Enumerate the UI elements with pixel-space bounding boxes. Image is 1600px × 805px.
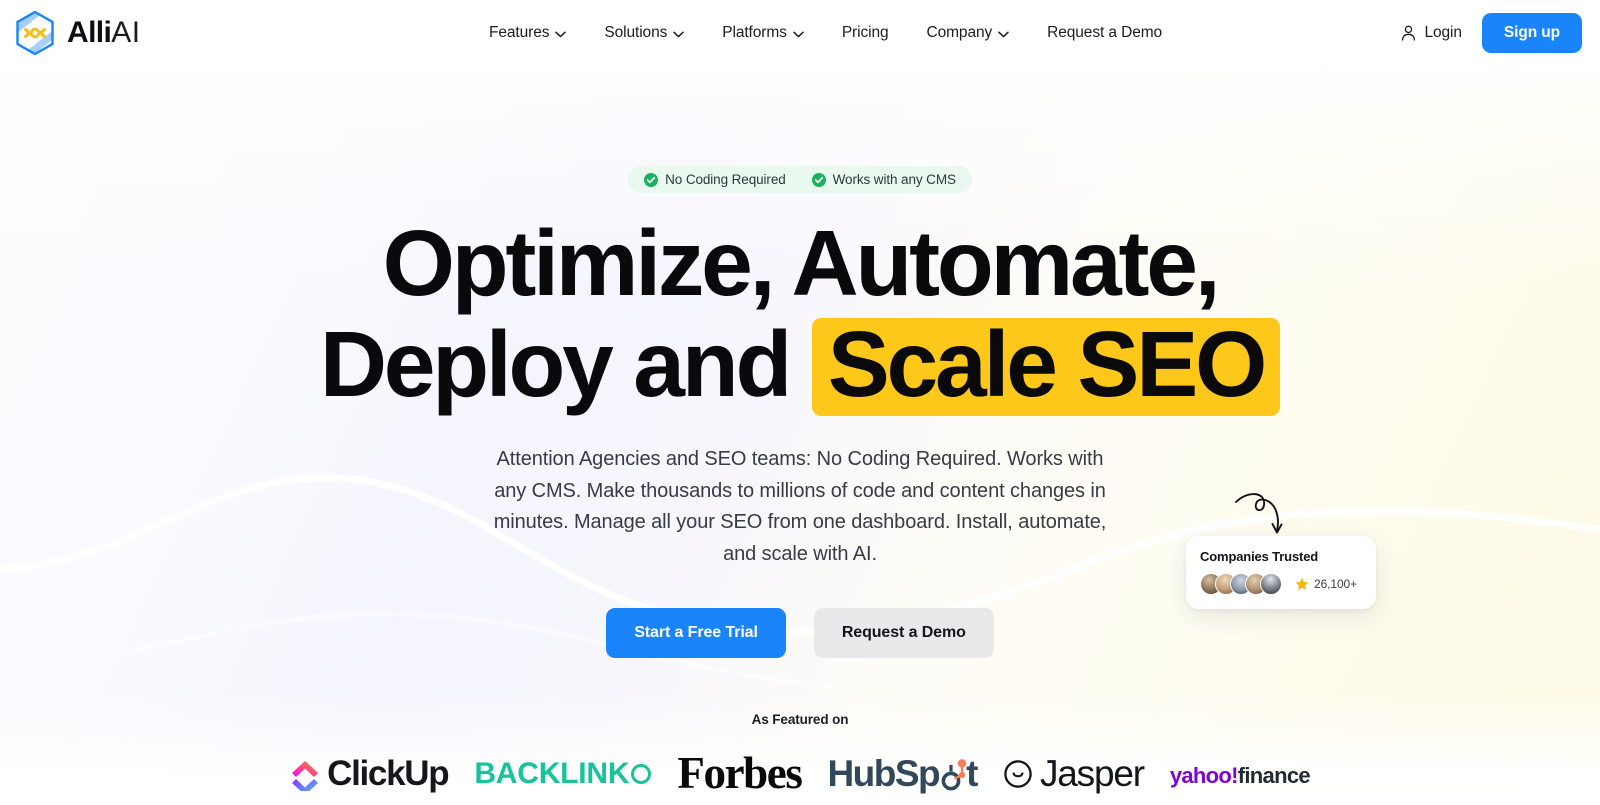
as-featured-on-section: As Featured on ClickUp BACKLINK Forbes H… xyxy=(0,712,1600,798)
curved-arrow-down-icon xyxy=(1235,493,1283,534)
badge-works-with-any-cms: Works with any CMS xyxy=(811,172,956,187)
hero-headline: Optimize, Automate, Deploy and Scale SEO xyxy=(0,213,1600,416)
nav-label: Request a Demo xyxy=(1047,24,1163,41)
logo-hubspot[interactable]: HubSp t xyxy=(827,753,978,794)
badge-label: No Coding Required xyxy=(665,172,786,187)
trust-score: 26,100+ xyxy=(1295,577,1357,591)
logo-text: ClickUp xyxy=(327,754,450,793)
hero-cta-row: Start a Free Trial Request a Demo xyxy=(0,608,1600,658)
trust-card-row: 26,100+ xyxy=(1200,573,1362,595)
login-link[interactable]: Login xyxy=(1393,18,1469,48)
nav-item-solutions[interactable]: Solutions xyxy=(585,0,703,66)
trust-card-title: Companies Trusted xyxy=(1200,549,1319,564)
nav-item-company[interactable]: Company xyxy=(908,0,1029,66)
chevron-down-icon xyxy=(555,31,567,37)
nav-item-request-a-demo[interactable]: Request a Demo xyxy=(1028,0,1181,66)
hero-subtext: Attention Agencies and SEO teams: No Cod… xyxy=(493,448,1107,565)
nav-item-platforms[interactable]: Platforms xyxy=(703,0,823,66)
logo-forbes[interactable]: Forbes xyxy=(677,748,802,798)
login-label: Login xyxy=(1424,24,1462,41)
jasper-smile-icon xyxy=(1004,760,1032,788)
logo-clickup[interactable]: ClickUp xyxy=(290,754,450,793)
check-circle-icon xyxy=(811,172,826,187)
start-free-trial-button[interactable]: Start a Free Trial xyxy=(606,608,786,658)
clickup-chevron-icon xyxy=(292,761,319,791)
headline-highlight: Scale SEO xyxy=(811,318,1281,416)
logo-text: BACKLINK xyxy=(474,757,630,790)
featured-logo-row: ClickUp BACKLINK Forbes HubSp t Jasper y… xyxy=(0,748,1600,798)
logo-text-yahoo: yahoo! xyxy=(1169,763,1239,788)
nav-label: Company xyxy=(926,24,993,41)
nav-item-pricing[interactable]: Pricing xyxy=(823,0,908,66)
badge-no-coding-required: No Coding Required xyxy=(644,172,786,187)
headline-line-1: Optimize, Automate, xyxy=(382,211,1221,315)
avatar-group xyxy=(1200,573,1282,595)
trust-count: 26,100+ xyxy=(1314,577,1358,591)
landing-page: AlliAI Features Solutions Platforms Pric… xyxy=(0,0,1600,805)
featured-label: As Featured on xyxy=(751,712,849,727)
headline-line-2: Deploy and Scale SEO xyxy=(0,314,1600,416)
nav-label: Features xyxy=(489,24,550,41)
badge-label: Works with any CMS xyxy=(832,172,956,187)
chevron-down-icon xyxy=(673,31,684,37)
logo-jasper[interactable]: Jasper xyxy=(1003,753,1145,794)
hero-badges-pill: No Coding Required Works with any CMS xyxy=(628,166,972,193)
nav-label: Pricing xyxy=(841,24,889,41)
hero-badges: No Coding Required Works with any CMS xyxy=(0,166,1600,193)
logo-text-suffix: t xyxy=(966,753,978,794)
avatar xyxy=(1260,573,1282,595)
logo-yahoo-finance[interactable]: yahoo! finance xyxy=(1169,761,1311,791)
brand-logo-link[interactable]: AlliAI xyxy=(12,10,141,56)
nav-label: Solutions xyxy=(604,24,668,41)
user-icon xyxy=(1402,25,1416,41)
logo-text: HubSp xyxy=(827,753,940,794)
site-header: AlliAI Features Solutions Platforms Pric… xyxy=(0,0,1600,66)
brand-name-light: AI xyxy=(111,16,141,49)
brand-name-bold: Alli xyxy=(67,16,112,49)
logo-text: Jasper xyxy=(1039,753,1145,794)
nav-label: Platforms xyxy=(722,24,787,41)
logo-text-finance: finance xyxy=(1237,763,1311,788)
request-demo-button[interactable]: Request a Demo xyxy=(813,608,994,658)
header-actions: Login Sign up xyxy=(1393,0,1582,66)
companies-trusted-card: Companies Trusted 26,100+ xyxy=(1186,536,1376,609)
chevron-down-icon xyxy=(793,31,804,37)
logo-text: Forbes xyxy=(677,748,802,798)
primary-navigation: Features Solutions Platforms Pricing Com… xyxy=(470,0,1181,66)
headline-line-2-prefix: Deploy and xyxy=(319,312,812,416)
chevron-down-icon xyxy=(998,31,1009,37)
hubspot-sprocket-icon xyxy=(941,759,967,791)
check-circle-icon xyxy=(644,172,659,187)
backlinko-o-icon xyxy=(631,764,652,784)
logo-backlinko[interactable]: BACKLINK xyxy=(474,757,652,791)
star-icon xyxy=(1295,577,1309,590)
nav-item-features[interactable]: Features xyxy=(470,0,585,66)
signup-button[interactable]: Sign up xyxy=(1481,13,1582,53)
alli-hexagon-logo-icon xyxy=(16,10,54,56)
brand-name: AlliAI xyxy=(67,18,141,48)
